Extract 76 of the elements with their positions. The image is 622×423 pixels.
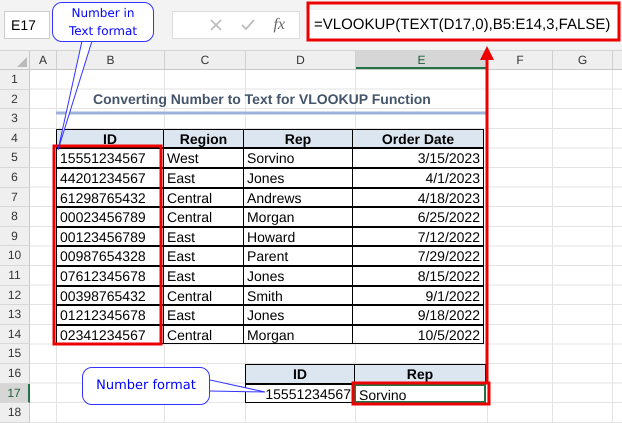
name-box[interactable]: E17 — [4, 11, 50, 39]
table-cell: Central — [163, 188, 244, 208]
row-header[interactable]: 15 — [0, 344, 30, 364]
table-cell: Andrews — [243, 188, 353, 208]
table-cell: 10/5/2022 — [352, 324, 484, 344]
table-cell: Smith — [243, 286, 353, 306]
column-heading: Order Date — [352, 128, 484, 148]
table-cell: Morgan — [243, 207, 353, 227]
row-header[interactable]: 13 — [0, 305, 30, 325]
table-cell: East — [163, 266, 244, 286]
row-header[interactable]: 12 — [0, 286, 30, 306]
row-header[interactable]: 9 — [0, 226, 30, 246]
row-header[interactable]: 1 — [0, 70, 30, 90]
cancel-icon[interactable] — [209, 18, 224, 32]
table-cell: West — [163, 148, 244, 168]
row-header[interactable]: 8 — [0, 207, 30, 227]
sheet-title: Converting Number to Text for VLOOKUP Function — [93, 90, 431, 109]
column-heading: Region — [163, 128, 244, 148]
row-header[interactable]: 5 — [0, 148, 30, 168]
table-cell: 44201234567 — [56, 168, 164, 188]
column-heading: Rep — [354, 364, 486, 384]
table-cell: Central — [163, 286, 244, 306]
table-cell: 7/29/2022 — [352, 246, 484, 266]
table-cell: 9/1/2022 — [352, 286, 484, 306]
row-header[interactable]: 18 — [0, 403, 30, 423]
table-cell: 3/15/2023 — [352, 148, 484, 168]
table-cell: 00123456789 — [56, 226, 164, 246]
table-cell: 9/18/2022 — [352, 305, 484, 325]
column-header[interactable]: C — [165, 51, 246, 69]
column-header[interactable]: A — [30, 51, 57, 69]
column-header[interactable]: G — [553, 51, 613, 69]
check-icon[interactable] — [241, 18, 256, 32]
table-cell: 4/1/2023 — [352, 168, 484, 188]
column-heading: ID — [245, 364, 355, 384]
row-header[interactable]: 11 — [0, 266, 30, 286]
formula-field[interactable]: =VLOOKUP(TEXT(D17,0),B5:E14,3,FALSE) — [306, 10, 618, 40]
table-cell: Jones — [243, 266, 353, 286]
table-cell: Sorvino — [243, 148, 353, 168]
table-cell: 07612345678 — [56, 266, 164, 286]
table-cell: Central — [163, 207, 244, 227]
row-header[interactable]: 14 — [0, 324, 30, 344]
table-cell: East — [163, 246, 244, 266]
table-cell: 8/15/2022 — [352, 266, 484, 286]
row-header[interactable]: 3 — [0, 109, 30, 129]
table-cell: 4/18/2023 — [352, 188, 484, 208]
table-cell: 15551234567 — [56, 148, 164, 168]
row-header[interactable]: 2 — [0, 90, 30, 110]
table-cell: Jones — [243, 168, 353, 188]
row-header[interactable]: 4 — [0, 128, 30, 148]
row-header[interactable]: 16 — [0, 364, 30, 384]
row-header[interactable]: 10 — [0, 246, 30, 266]
table-cell: Parent — [243, 246, 353, 266]
table-cell: Central — [163, 324, 244, 344]
row-header[interactable]: 6 — [0, 168, 30, 188]
callout-tail — [210, 380, 266, 392]
table-cell: East — [163, 305, 244, 325]
table-cell: 61298765432 — [56, 188, 164, 208]
callout: Number in Text format — [52, 2, 154, 42]
table-cell: East — [163, 168, 244, 188]
table-cell: East — [163, 226, 244, 246]
table-cell: Jones — [243, 305, 353, 325]
column-header[interactable]: E — [356, 51, 488, 69]
function-button[interactable]: fx — [273, 16, 285, 34]
table-cell: 00987654328 — [56, 246, 164, 266]
table-cell: 01212345678 — [56, 305, 164, 325]
callout: Number format — [82, 367, 210, 405]
table-cell: 7/12/2022 — [352, 226, 484, 246]
table-cell: Morgan — [243, 324, 353, 344]
row-header[interactable]: 7 — [0, 188, 30, 208]
row-header[interactable]: 17 — [0, 384, 30, 404]
select-all-icon[interactable] — [17, 57, 27, 67]
table-cell: 00398765432 — [56, 286, 164, 306]
table-cell: 00023456789 — [56, 207, 164, 227]
table-cell: Howard — [243, 226, 353, 246]
column-heading: Rep — [243, 128, 353, 148]
table-cell: 6/25/2022 — [352, 207, 484, 227]
